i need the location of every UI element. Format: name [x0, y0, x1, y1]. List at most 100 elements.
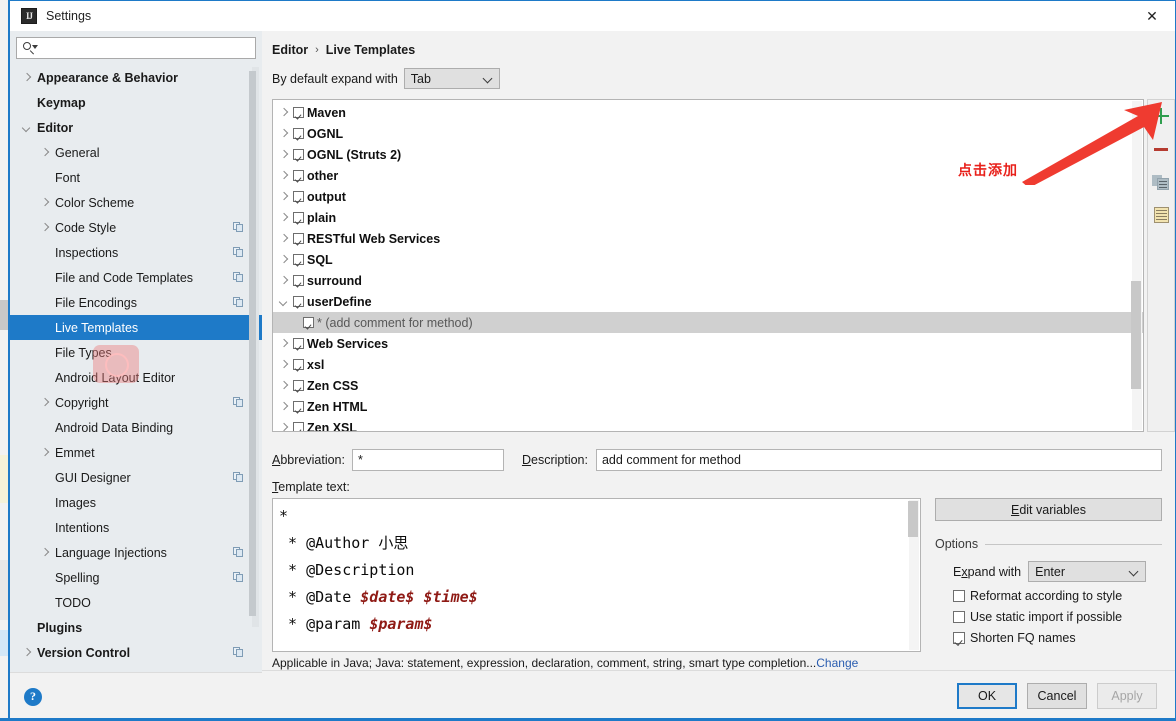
template-checkbox[interactable] [293, 338, 304, 349]
ok-button[interactable]: OK [957, 683, 1017, 709]
template-checkbox[interactable] [293, 170, 304, 181]
sidebar-item-font[interactable]: Font [10, 165, 262, 190]
chevron-right-icon[interactable] [279, 233, 290, 244]
template-editor-scrollbar-thumb[interactable] [908, 501, 918, 537]
option-checkbox[interactable] [953, 632, 965, 644]
template-checkbox[interactable] [293, 401, 304, 412]
chevron-right-icon[interactable] [279, 107, 290, 118]
chevron-right-icon[interactable] [40, 547, 51, 558]
template-checkbox[interactable] [293, 380, 304, 391]
template-checkbox[interactable] [293, 107, 304, 118]
template-group-row[interactable]: Zen XSL [273, 417, 1143, 432]
template-checkbox[interactable] [303, 317, 314, 328]
chevron-right-icon[interactable] [279, 380, 290, 391]
chevron-right-icon[interactable] [279, 149, 290, 160]
sidebar-item-gui-designer[interactable]: GUI Designer [10, 465, 262, 490]
expand-with-select[interactable]: Enter [1028, 561, 1146, 582]
template-group-row[interactable]: OGNL [273, 123, 1143, 144]
cancel-button[interactable]: Cancel [1027, 683, 1087, 709]
search-input[interactable] [39, 40, 250, 56]
copy-settings-icon[interactable] [233, 547, 244, 558]
template-checkbox[interactable] [293, 254, 304, 265]
chevron-right-icon[interactable] [279, 191, 290, 202]
template-checkbox[interactable] [293, 422, 304, 432]
sidebar-scrollbar-track[interactable] [252, 67, 259, 627]
copy-settings-icon[interactable] [233, 272, 244, 283]
sidebar-item-copyright[interactable]: Copyright [10, 390, 262, 415]
chevron-down-icon[interactable] [279, 296, 290, 307]
option-checkbox-row[interactable]: Use static import if possible [953, 610, 1162, 624]
sidebar-item-images[interactable]: Images [10, 490, 262, 515]
chevron-right-icon[interactable] [279, 401, 290, 412]
sidebar-item-editor[interactable]: Editor [10, 115, 262, 140]
template-checkbox[interactable] [293, 128, 304, 139]
template-checkbox[interactable] [293, 296, 304, 307]
sidebar-item-android-data-binding[interactable]: Android Data Binding [10, 415, 262, 440]
sidebar-item-spelling[interactable]: Spelling [10, 565, 262, 590]
template-item[interactable]: * (add comment for method) [273, 312, 1143, 333]
option-checkbox-row[interactable]: Shorten FQ names [953, 631, 1162, 645]
template-group-row[interactable]: Zen CSS [273, 375, 1143, 396]
move-template-button[interactable] [1151, 205, 1171, 225]
copy-settings-icon[interactable] [233, 397, 244, 408]
template-editor-scrollbar-track[interactable] [909, 500, 919, 650]
sidebar-item-file-and-code-templates[interactable]: File and Code Templates [10, 265, 262, 290]
copy-settings-icon[interactable] [233, 647, 244, 658]
sidebar-item-language-injections[interactable]: Language Injections [10, 540, 262, 565]
template-group-row[interactable]: plain [273, 207, 1143, 228]
option-checkbox[interactable] [953, 611, 965, 623]
sidebar-item-live-templates[interactable]: Live Templates [10, 315, 262, 340]
chevron-right-icon[interactable] [279, 254, 290, 265]
template-checkbox[interactable] [293, 359, 304, 370]
chevron-right-icon[interactable] [279, 170, 290, 181]
option-checkbox-row[interactable]: Reformat according to style [953, 589, 1162, 603]
template-group-row[interactable]: userDefine [273, 291, 1143, 312]
sidebar-item-general[interactable]: General [10, 140, 262, 165]
template-checkbox[interactable] [293, 149, 304, 160]
chevron-right-icon[interactable] [279, 359, 290, 370]
sidebar-item-file-encodings[interactable]: File Encodings [10, 290, 262, 315]
chevron-right-icon[interactable] [279, 212, 290, 223]
chevron-right-icon[interactable] [279, 275, 290, 286]
apply-button[interactable]: Apply [1097, 683, 1157, 709]
chevron-right-icon[interactable] [40, 222, 51, 233]
chevron-right-icon[interactable] [279, 128, 290, 139]
sidebar-item-todo[interactable]: TODO [10, 590, 262, 615]
copy-settings-icon[interactable] [233, 247, 244, 258]
search-box[interactable] [16, 37, 256, 59]
template-checkbox[interactable] [293, 212, 304, 223]
copy-settings-icon[interactable] [233, 222, 244, 233]
sidebar-item-file-types[interactable]: File Types [10, 340, 262, 365]
edit-variables-button[interactable]: Edit variables [935, 498, 1162, 521]
copy-settings-icon[interactable] [233, 572, 244, 583]
chevron-right-icon[interactable] [40, 397, 51, 408]
sidebar-item-inspections[interactable]: Inspections [10, 240, 262, 265]
template-group-row[interactable]: RESTful Web Services [273, 228, 1143, 249]
template-checkbox[interactable] [293, 191, 304, 202]
close-icon[interactable]: ✕ [1129, 1, 1175, 31]
sidebar-item-keymap[interactable]: Keymap [10, 90, 262, 115]
sidebar-item-emmet[interactable]: Emmet [10, 440, 262, 465]
chevron-right-icon[interactable] [40, 197, 51, 208]
template-group-row[interactable]: output [273, 186, 1143, 207]
description-input[interactable]: add comment for method [596, 449, 1162, 471]
template-group-row[interactable]: SQL [273, 249, 1143, 270]
template-checkbox[interactable] [293, 233, 304, 244]
template-group-row[interactable]: Web Services [273, 333, 1143, 354]
template-text-editor[interactable]: * * @Author 小思 * @Description * @Date $d… [272, 498, 921, 652]
sidebar-scrollbar-thumb[interactable] [249, 71, 256, 616]
template-group-row[interactable]: xsl [273, 354, 1143, 375]
chevron-right-icon[interactable] [40, 447, 51, 458]
sidebar-item-plugins[interactable]: Plugins [10, 615, 262, 640]
change-context-link[interactable]: Change [816, 656, 858, 670]
option-checkbox[interactable] [953, 590, 965, 602]
template-list[interactable]: MavenOGNLOGNL (Struts 2)otheroutputplain… [272, 99, 1144, 432]
abbreviation-input[interactable]: * [352, 449, 504, 471]
chevron-right-icon[interactable] [279, 338, 290, 349]
sidebar-item-color-scheme[interactable]: Color Scheme [10, 190, 262, 215]
template-group-row[interactable]: Zen HTML [273, 396, 1143, 417]
chevron-right-icon[interactable] [40, 147, 51, 158]
chevron-right-icon[interactable] [279, 422, 290, 432]
chevron-down-icon[interactable] [22, 122, 33, 133]
chevron-right-icon[interactable] [22, 647, 33, 658]
